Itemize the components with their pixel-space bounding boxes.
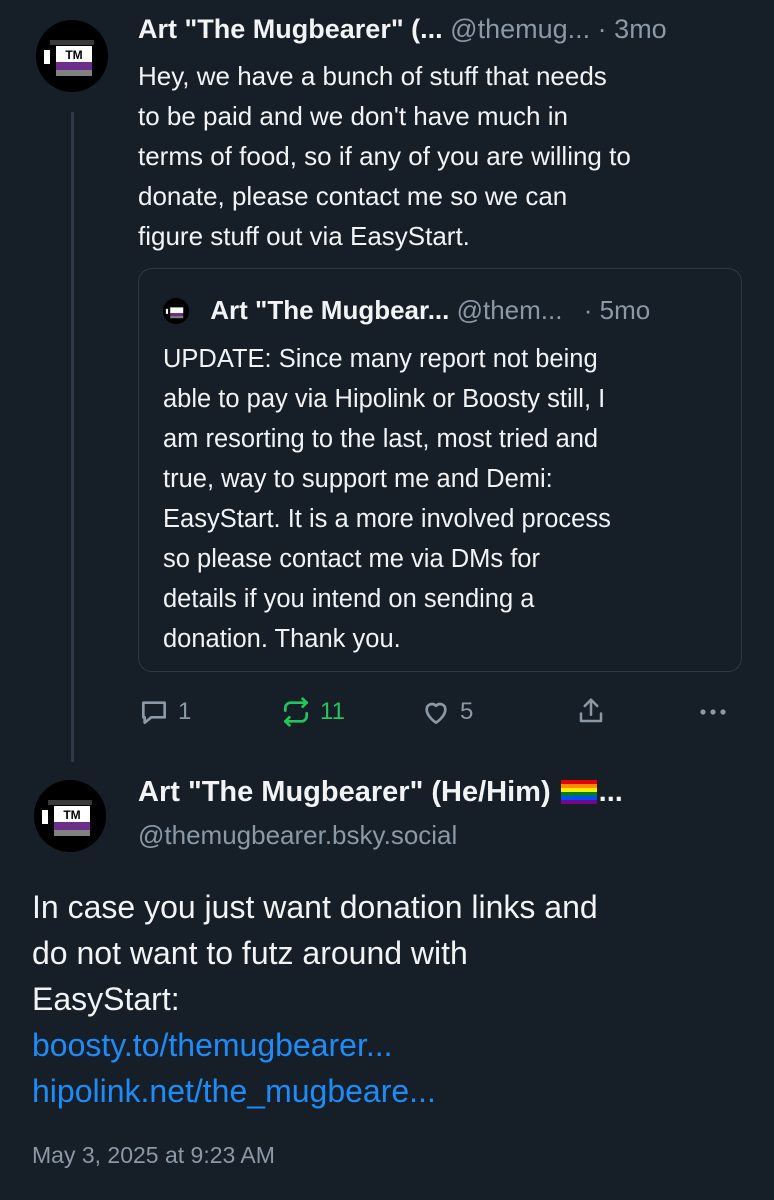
post2-timestamp: May 3, 2025 at 9:23 AM [32,1142,275,1168]
quote-header: Art "The Mugbear... @them... · 5mo [163,295,650,326]
post1-text: Hey, we have a bunch of stuff that needs… [138,56,748,256]
post2-text-line: do not want to futz around with [32,935,468,971]
share-button[interactable] [576,696,614,726]
quote-text: UPDATE: Since many report not being able… [163,339,733,659]
post2-avatar[interactable]: TM [34,780,106,852]
like-button[interactable]: 5 [420,696,473,728]
quote-author-name: Art "The Mugbear... [210,295,450,325]
reply-count: 1 [178,698,192,725]
quote-text-line: EasyStart. It is a more involved process [163,505,611,533]
share-icon [579,698,603,723]
quote-time: 5mo [599,295,651,325]
post1-avatar[interactable]: TM [36,20,108,92]
like-icon [425,702,447,724]
quote-text-line: am resorting to the last, most tried and [163,425,599,453]
post1-header: Art "The Mugbearer" (... @themug... · 3m… [138,14,667,45]
quote-separator: · [583,295,593,325]
post1-text-line: Hey, we have a bunch of stuff that needs [138,61,607,91]
quote-text-line: so please contact me via DMs for [163,545,540,573]
post1-text-line: donate, please contact me so we can [138,181,568,211]
boosty-link[interactable]: boosty.to/themugbearer... [32,1022,752,1068]
post2-author-name-row[interactable]: Art "The Mugbearer" (He/Him) ... [138,776,623,809]
quote-text-line: UPDATE: Since many report not being [163,345,598,373]
more-options-button[interactable] [696,696,738,728]
post2-name-ellipsis: ... [598,776,623,808]
quote-text-line: details if you intend on sending a [163,585,535,613]
post1-text-line: terms of food, so if any of you are will… [138,141,631,171]
post2-text-line: In case you just want donation links and [32,889,598,925]
repost-icon [284,697,308,727]
thread-connector-line [71,112,74,762]
quote-text-line: able to pay via Hipolink or Boosty still… [163,385,606,413]
svg-text:TM: TM [65,48,82,62]
post2-author-name: Art "The Mugbearer" (He/Him) [138,776,551,808]
post2-text-line: EasyStart: [32,981,180,1017]
more-icon [700,709,726,715]
repost-button[interactable]: 11 [280,696,345,728]
repost-count: 11 [320,698,345,725]
reply-icon [142,701,166,724]
post1-author-name[interactable]: Art "The Mugbearer" (... [138,14,443,44]
post1-time[interactable]: 3mo [614,14,667,44]
quote-text-line: donation. Thank you. [163,625,401,653]
post1-handle[interactable]: @themug... [450,14,590,44]
post2-handle[interactable]: @themugbearer.bsky.social [138,820,457,851]
svg-text:TM: TM [63,808,80,822]
quote-handle: @them... [456,295,563,325]
quote-avatar [163,298,189,324]
like-count: 5 [460,698,474,725]
hipolink-link[interactable]: hipolink.net/the_mugbeare... [32,1068,752,1114]
post1-text-line: figure stuff out via EasyStart. [138,221,470,251]
rainbow-flag-icon [560,780,597,804]
quote-text-line: true, way to support me and Demi: [163,465,553,493]
post2-text: In case you just want donation links and… [32,884,752,1114]
post1-text-line: to be paid and we don't have much in [138,101,568,131]
reply-button[interactable]: 1 [138,696,191,728]
post1-separator: · [597,14,607,44]
quoted-post-card[interactable]: Art "The Mugbear... @them... · 5mo UPDAT… [138,268,742,672]
